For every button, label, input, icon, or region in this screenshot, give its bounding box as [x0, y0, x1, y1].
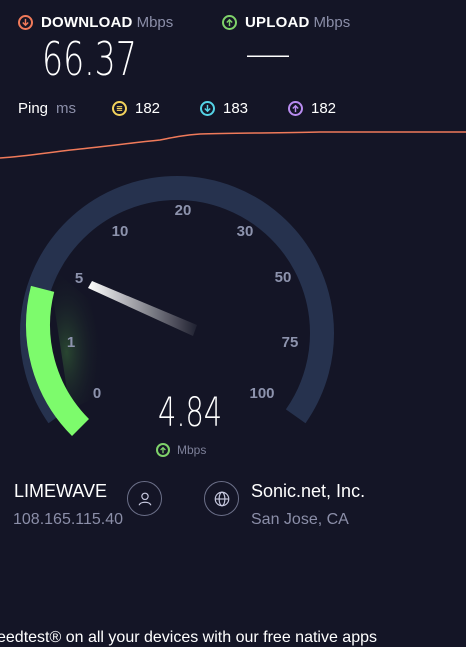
gauge-tick-50: 50 — [275, 269, 292, 286]
gauge-tick-0: 0 — [93, 385, 101, 402]
download-latency-icon — [200, 101, 215, 116]
throughput-graph — [0, 131, 466, 159]
globe-icon — [214, 491, 229, 506]
gauge-needle — [88, 281, 197, 336]
speed-gauge: 0 1 5 10 20 30 50 75 100 — [20, 176, 334, 436]
change-provider-button[interactable] — [127, 481, 162, 516]
gauge-tick-1: 1 — [67, 334, 75, 351]
server-location: San Jose, CA — [251, 511, 349, 528]
gauge-tick-100: 100 — [249, 385, 274, 402]
download-unit: Mbps — [136, 14, 174, 31]
upload-arrow-icon — [222, 15, 237, 30]
footer-promo[interactable]: eedtest® on all your devices with our fr… — [0, 629, 377, 647]
ping-unit: ms — [56, 100, 77, 117]
ping-download-value: 183 — [223, 100, 249, 117]
ping-upload-value: 182 — [311, 100, 337, 117]
provider-ip: 108.165.115.40 — [13, 511, 124, 528]
upload-unit: Mbps — [313, 14, 351, 31]
ping-upload: 182 — [288, 100, 336, 117]
gauge-unit: Mbps — [177, 443, 207, 457]
ping-label: Ping — [18, 100, 49, 117]
gauge-tick-30: 30 — [237, 223, 254, 240]
provider-name: LIMEWAVE — [14, 481, 108, 501]
download-label: DOWNLOAD — [41, 14, 133, 31]
ping-download: 183 — [200, 100, 248, 117]
ping-idle-value: 182 — [135, 100, 161, 117]
download-arrow-icon — [18, 15, 33, 30]
ping-idle: 182 — [112, 100, 160, 117]
gauge-tick-5: 5 — [75, 270, 83, 287]
gauge-tick-20: 20 — [175, 202, 192, 219]
server-name[interactable]: Sonic.net, Inc. — [251, 481, 365, 502]
ping-row: Ping ms — [18, 100, 76, 117]
gauge-current-value: 4.84 — [158, 390, 223, 436]
upload-arrow-small-icon — [156, 443, 170, 457]
upload-header: UPLOAD Mbps — [222, 14, 350, 31]
user-icon — [138, 492, 151, 506]
change-server-button[interactable] — [204, 481, 239, 516]
gauge-tick-75: 75 — [282, 334, 299, 351]
gauge-tick-10: 10 — [112, 223, 129, 240]
upload-label: UPLOAD — [245, 14, 310, 31]
upload-latency-icon — [288, 101, 303, 116]
gauge-unit-row: Mbps — [156, 443, 206, 457]
upload-value: —— — [247, 42, 289, 67]
download-value: 66.37 — [42, 32, 137, 86]
idle-latency-icon — [112, 101, 127, 116]
download-header: DOWNLOAD Mbps — [18, 14, 173, 31]
